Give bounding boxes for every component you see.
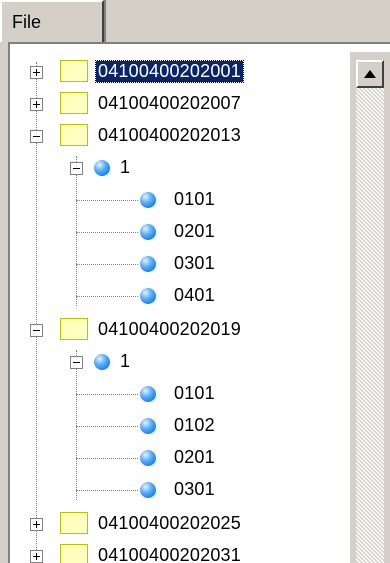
tree-item[interactable]: 04100400202019	[10, 314, 370, 346]
folder-icon	[60, 512, 88, 534]
tree-panel: 04100400202001 04100400202007 0410040020…	[8, 42, 390, 563]
tree-item-label[interactable]: 04100400202001	[95, 60, 244, 83]
tree-leaf[interactable]: 0301	[10, 248, 370, 280]
tree-item[interactable]: 04100400202025	[10, 508, 370, 540]
tree-item[interactable]: 04100400202013	[10, 120, 370, 152]
folder-icon	[60, 92, 88, 114]
node-ball-icon	[140, 418, 156, 434]
up-arrow-icon[interactable]	[356, 60, 384, 88]
tab-file[interactable]: File	[0, 0, 104, 42]
tree-connector	[76, 394, 138, 396]
tree-leaf-label[interactable]: 0101	[174, 383, 215, 404]
scrollbar-track[interactable]	[356, 88, 384, 563]
tab-divider	[104, 0, 106, 42]
tree-item-label[interactable]: 04100400202019	[98, 319, 241, 340]
folder-icon	[60, 318, 88, 340]
node-ball-icon	[140, 224, 156, 240]
file-browser-window: File 04100400202001 04100400202007 04100…	[0, 0, 390, 563]
node-ball-icon	[140, 482, 156, 498]
tree-connector	[76, 458, 138, 460]
node-ball-icon	[140, 450, 156, 466]
tree-leaf[interactable]: 0401	[10, 280, 370, 312]
tree-leaf[interactable]: 0301	[10, 474, 370, 506]
tree-leaf[interactable]: 0102	[10, 410, 370, 442]
expand-plus-icon[interactable]	[30, 518, 43, 531]
node-ball-icon	[140, 386, 156, 402]
tree-subitem-label[interactable]: 1	[120, 157, 130, 178]
tree-leaf-label[interactable]: 0102	[174, 415, 215, 436]
tree-connector	[76, 296, 138, 298]
expand-plus-icon[interactable]	[30, 98, 43, 111]
collapse-minus-icon[interactable]	[30, 130, 43, 143]
tree-item[interactable]: 04100400202001	[10, 56, 370, 88]
tree-connector	[76, 490, 138, 492]
tree-subitem[interactable]: 1	[10, 152, 370, 184]
node-ball-icon	[140, 256, 156, 272]
node-ball-icon	[140, 192, 156, 208]
tree-leaf[interactable]: 0101	[10, 378, 370, 410]
tree-leaf-label[interactable]: 0401	[174, 285, 215, 306]
tree-item[interactable]: 04100400202007	[10, 88, 370, 120]
tree-item-label[interactable]: 04100400202031	[98, 545, 241, 563]
tree-leaf-label[interactable]: 0301	[174, 253, 215, 274]
node-ball-icon	[140, 288, 156, 304]
tree-leaf-label[interactable]: 0301	[174, 479, 215, 500]
expand-plus-icon[interactable]	[30, 550, 43, 563]
tab-file-label: File	[12, 12, 42, 32]
tree-connector	[76, 264, 138, 266]
tree-leaf-label[interactable]: 0201	[174, 447, 215, 468]
folder-icon	[60, 544, 88, 563]
expand-plus-icon[interactable]	[30, 66, 43, 79]
tree-subitem[interactable]: 1	[10, 346, 370, 378]
collapse-minus-icon[interactable]	[70, 162, 83, 175]
tree-item-label[interactable]: 04100400202025	[98, 513, 241, 534]
folder-icon	[60, 124, 88, 146]
tree-leaf-label[interactable]: 0101	[174, 189, 215, 210]
tree-item[interactable]: 04100400202031	[10, 540, 370, 563]
tree-leaf[interactable]: 0201	[10, 216, 370, 248]
tree-leaf[interactable]: 0201	[10, 442, 370, 474]
folder-icon	[60, 60, 88, 82]
tree-subitem-label[interactable]: 1	[120, 351, 130, 372]
tree-connector	[76, 200, 138, 202]
tree-leaf-label[interactable]: 0201	[174, 221, 215, 242]
tree-item-label[interactable]: 04100400202007	[98, 93, 241, 114]
node-ball-icon	[94, 160, 110, 176]
tree-connector	[76, 426, 138, 428]
collapse-minus-icon[interactable]	[30, 324, 43, 337]
collapse-minus-icon[interactable]	[70, 356, 83, 369]
tree-item-label[interactable]: 04100400202013	[98, 125, 241, 146]
tree-connector	[76, 232, 138, 234]
tree-leaf[interactable]: 0101	[10, 184, 370, 216]
node-ball-icon	[94, 354, 110, 370]
vertical-scrollbar[interactable]	[350, 52, 390, 563]
